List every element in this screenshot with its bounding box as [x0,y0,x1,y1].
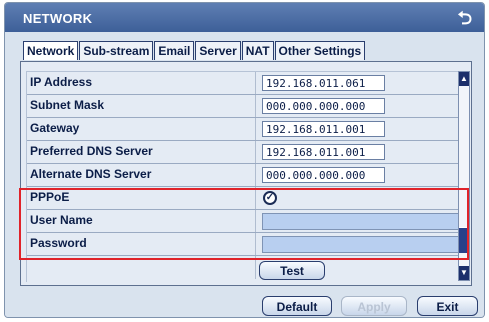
back-icon[interactable]: ⮌ [458,6,472,36]
network-window: NETWORK ⮌ Network Sub-stream Email Serve… [4,2,485,318]
title-bar: NETWORK ⮌ [5,3,484,32]
subnet-mask-label: Subnet Mask [30,98,105,112]
gateway-field[interactable]: 192.168.011.001 [262,121,385,137]
ip-address-label: IP Address [30,75,93,89]
divider [255,118,256,140]
tab-server[interactable]: Server [195,41,241,60]
scroll-up-icon[interactable]: ▲ [459,72,469,86]
tab-sub-stream[interactable]: Sub-stream [79,41,154,60]
window-title: NETWORK [23,11,93,26]
row-preferred-dns: Preferred DNS Server 192.168.011.001 [27,141,459,164]
preferred-dns-field[interactable]: 192.168.011.001 [262,144,385,160]
gateway-label: Gateway [30,121,80,135]
default-button[interactable]: Default [262,296,332,316]
apply-button[interactable]: Apply [341,296,407,316]
alternate-dns-label: Alternate DNS Server [30,167,152,181]
divider [255,164,256,186]
divider [255,95,256,117]
ip-address-field[interactable]: 192.168.011.061 [262,75,385,91]
scroll-down-icon[interactable]: ▼ [459,266,469,280]
tab-network[interactable]: Network [23,41,79,60]
row-gateway: Gateway 192.168.011.001 [27,118,459,141]
divider [255,72,256,94]
row-ip-address: IP Address 192.168.011.061 [27,72,459,95]
row-subnet-mask: Subnet Mask 000.000.000.000 [27,95,459,118]
preferred-dns-label: Preferred DNS Server [30,144,153,158]
exit-button[interactable]: Exit [417,296,478,316]
row-alternate-dns: Alternate DNS Server 000.000.000.000 [27,164,459,187]
tab-other-settings[interactable]: Other Settings [274,41,366,60]
test-button[interactable]: Test [259,261,325,280]
alternate-dns-field[interactable]: 000.000.000.000 [262,167,385,183]
footer-bar: Default Apply Exit [5,288,484,317]
tab-nat[interactable]: NAT [241,41,274,60]
highlight-box [19,188,469,260]
divider [255,141,256,163]
tab-bar: Network Sub-stream Email Server NAT Othe… [23,41,366,61]
tab-email[interactable]: Email [154,41,195,60]
subnet-mask-field[interactable]: 000.000.000.000 [262,98,385,114]
